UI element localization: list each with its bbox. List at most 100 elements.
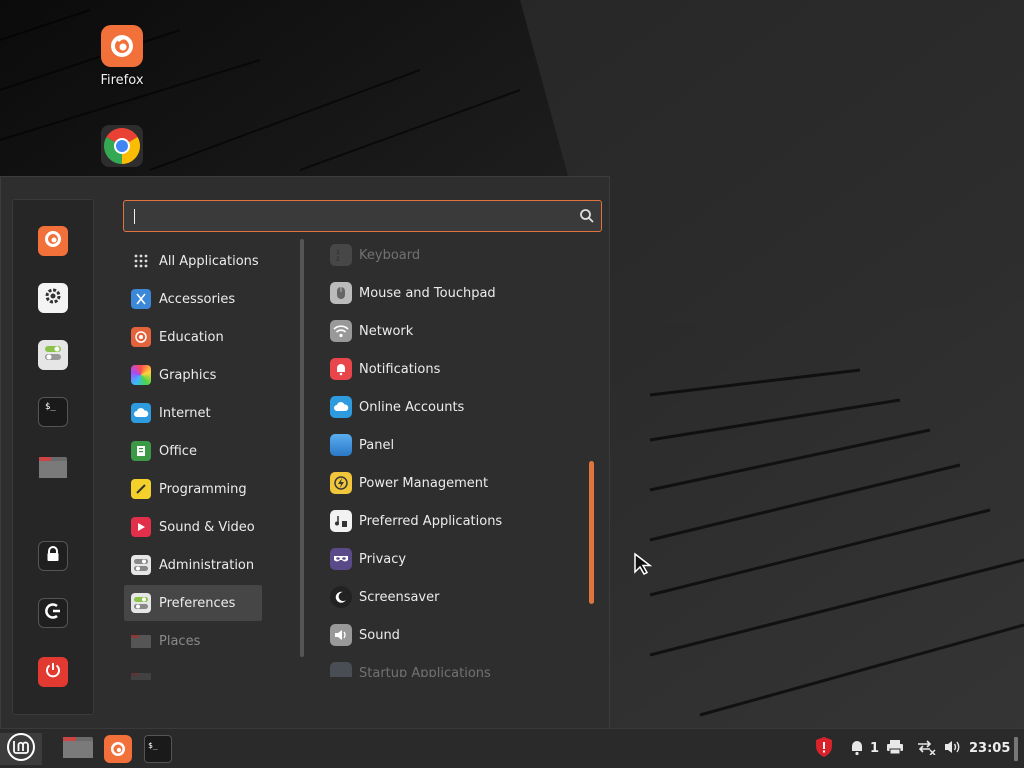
update-manager-shield[interactable] [812, 733, 836, 765]
category-graphics[interactable]: Graphics [124, 357, 262, 393]
app-notifications[interactable]: Notifications [323, 351, 583, 387]
taskbar-files[interactable] [60, 733, 96, 765]
power-management-icon [330, 472, 352, 494]
app-list-scrollbar[interactable] [589, 461, 594, 604]
category-label: Programming [159, 481, 247, 497]
app-label: Panel [359, 437, 395, 453]
app-label: Startup Applications [359, 665, 491, 678]
network-tray[interactable] [915, 733, 937, 765]
category-places[interactable]: Places [124, 623, 262, 659]
app-screensaver[interactable]: Screensaver [323, 579, 583, 615]
app-preferred-applications[interactable]: Preferred Applications [323, 503, 583, 539]
network-disconnected-icon [916, 739, 936, 759]
education-icon [131, 327, 151, 347]
category-education[interactable]: Education [124, 319, 262, 355]
cloud-icon [131, 403, 151, 423]
firefox-icon [42, 228, 64, 254]
toggles-icon [42, 342, 64, 368]
category-recent-partial [124, 661, 262, 680]
app-label: Network [359, 323, 414, 339]
terminal-icon: $_ [42, 399, 64, 425]
menu-button[interactable] [0, 733, 42, 765]
wifi-icon [330, 320, 352, 342]
terminal-icon: $_ [144, 735, 172, 763]
app-startup-applications[interactable]: Startup Applications [323, 655, 583, 677]
app-privacy[interactable]: Privacy [323, 541, 583, 577]
app-label: Preferred Applications [359, 513, 503, 529]
favorite-terminal[interactable]: $_ [38, 397, 68, 427]
bottom-panel: $_ 1 23:05 [0, 728, 1024, 768]
category-label: Administration [159, 557, 255, 573]
favorite-administration[interactable] [38, 340, 68, 370]
panel-icon [330, 434, 352, 456]
category-label: Office [159, 443, 197, 459]
app-network[interactable]: Network [323, 313, 583, 349]
volume-tray[interactable] [942, 733, 964, 765]
desktop-icon-chrome[interactable] [82, 125, 162, 167]
shield-icon [814, 736, 834, 762]
app-label: Online Accounts [359, 399, 465, 415]
printer-icon [886, 739, 904, 759]
app-label: Screensaver [359, 589, 440, 605]
shutdown-button[interactable] [38, 657, 68, 687]
favorite-system-settings[interactable] [38, 283, 68, 313]
application-list: 12 Keyboard Mouse and Touchpad Network N… [323, 237, 593, 677]
category-programming[interactable]: Programming [124, 471, 262, 507]
folder-icon [38, 454, 68, 484]
mouse-cursor [633, 552, 653, 580]
favorite-files[interactable] [38, 454, 68, 484]
application-menu: $_ All Applications Accessories Educatio… [0, 176, 610, 728]
folder-icon [62, 734, 94, 764]
chrome-icon [101, 125, 143, 167]
app-label: Power Management [359, 475, 489, 491]
desktop-icon-label: Firefox [100, 73, 144, 88]
music-file-icon [330, 510, 352, 532]
favorite-firefox[interactable] [38, 226, 68, 256]
search-box[interactable] [123, 200, 602, 232]
category-sound-video[interactable]: Sound & Video [124, 509, 262, 545]
grid-icon [131, 251, 151, 271]
app-label: Sound [359, 627, 400, 643]
category-label: All Applications [159, 253, 259, 269]
notifications-tray[interactable] [846, 733, 868, 765]
category-internet[interactable]: Internet [124, 395, 262, 431]
mouse-icon [330, 282, 352, 304]
category-label: Sound & Video [159, 519, 255, 535]
taskbar-firefox[interactable] [102, 733, 134, 765]
taskbar-terminal[interactable]: $_ [142, 733, 174, 765]
category-accessories[interactable]: Accessories [124, 281, 262, 317]
category-divider[interactable] [300, 239, 304, 657]
volume-icon [944, 739, 962, 759]
search-input[interactable] [132, 206, 572, 226]
text-caret [134, 209, 135, 224]
favorites-bar: $_ [12, 199, 94, 715]
app-power-management[interactable]: Power Management [323, 465, 583, 501]
category-preferences[interactable]: Preferences [124, 585, 262, 621]
app-sound[interactable]: Sound [323, 617, 583, 653]
notification-count: 1 [870, 741, 880, 756]
graphics-icon [131, 365, 151, 385]
programming-icon [131, 479, 151, 499]
app-keyboard[interactable]: 12 Keyboard [323, 237, 583, 273]
app-online-accounts[interactable]: Online Accounts [323, 389, 583, 425]
bell-icon [848, 738, 866, 760]
svg-text:$_: $_ [45, 402, 56, 412]
category-label: Preferences [159, 595, 236, 611]
bell-icon [330, 358, 352, 380]
firefox-icon [104, 735, 132, 763]
logout-icon [44, 602, 62, 624]
category-all-applications[interactable]: All Applications [124, 243, 262, 279]
app-mouse-and-touchpad[interactable]: Mouse and Touchpad [323, 275, 583, 311]
desktop-icon-firefox[interactable]: Firefox [82, 25, 162, 88]
lock-screen-button[interactable] [38, 541, 68, 571]
app-label: Privacy [359, 551, 407, 567]
moon-icon [330, 586, 352, 608]
printer-tray[interactable] [884, 733, 906, 765]
show-desktop-button[interactable] [1012, 733, 1020, 765]
app-panel[interactable]: Panel [323, 427, 583, 463]
svg-text:2: 2 [336, 256, 340, 263]
category-office[interactable]: Office [124, 433, 262, 469]
category-administration[interactable]: Administration [124, 547, 262, 583]
logout-button[interactable] [38, 598, 68, 628]
panel-clock[interactable]: 23:05 [969, 741, 1010, 756]
